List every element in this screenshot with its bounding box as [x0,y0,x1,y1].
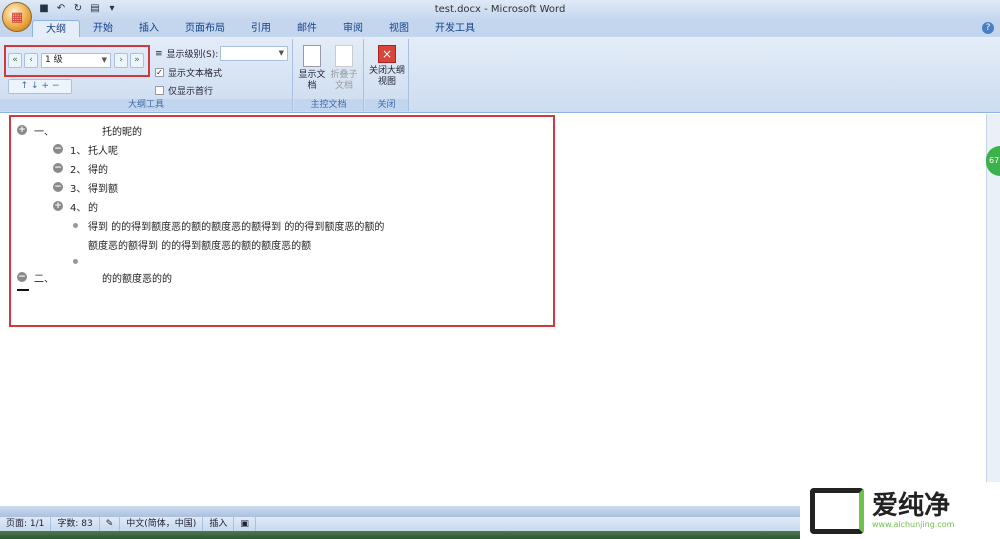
outline-text: 额度恶的额得到 的的得到额度恶的额的额度恶的额 [88,240,312,252]
group-master-document: 显示文档 折叠子文档 主控文档 [294,39,364,111]
language[interactable]: 中文(简体，中国) [120,517,204,531]
group-label: 大纲工具 [0,99,292,111]
collapse-minus-icon[interactable]: − [53,144,63,154]
ribbon-tabs: 大纲 开始 插入 页面布局 引用 邮件 审阅 视图 开发工具 [0,20,1000,37]
tab-page-layout[interactable]: 页面布局 [172,20,238,37]
tab-view[interactable]: 视图 [376,20,422,37]
outline-number: 一、 [34,126,54,138]
tab-references[interactable]: 引用 [238,20,284,37]
outline-item[interactable]: − 二、 的的额度恶的的 [17,269,172,285]
show-text-format-checkbox[interactable]: ✓ 显示文本格式 [155,66,222,79]
outline-text: 得的 [88,164,108,176]
title-bar: test.docx - Microsoft Word ■ ↶ ↻ ▤ ▾ [0,0,1000,20]
move-expand-collapse-buttons[interactable]: ↑ ↓ + − [8,79,72,94]
outline-text: 的的额度恶的的 [102,273,172,285]
outline-text: 托的昵的 [102,126,142,138]
checkbox-checked: ✓ [155,68,164,77]
tab-mailings[interactable]: 邮件 [284,20,330,37]
outline-item[interactable]: −3、 得到额 [53,179,118,195]
outline-number: 3、 [70,183,87,195]
page-count[interactable]: 页面: 1/1 [0,517,52,531]
outline-item[interactable]: −1、 托人呢 [53,141,118,157]
macro-icon[interactable]: ▣ [234,517,256,531]
undo-icon[interactable]: ↶ [55,3,67,15]
save-icon[interactable]: ■ [38,3,50,15]
document-icon [303,45,321,67]
tab-home[interactable]: 开始 [80,20,126,37]
tab-developer[interactable]: 开发工具 [422,20,488,37]
text-cursor [17,289,29,291]
watermark-logo: 爱纯净 www.aichunjing.com [800,482,1000,539]
office-button[interactable]: ▦ [2,2,32,32]
outline-number: 2、 [70,164,87,176]
outline-item[interactable] [70,253,88,269]
show-level-control: ≡ 显示级别(S): [155,48,219,61]
outline-text: 得到 的的得到额度恶的额的额度恶的额得到 的的得到额度恶的额的 [88,221,385,233]
body-text-bullet-icon[interactable] [73,222,78,228]
outline-item[interactable]: 得到 的的得到额度恶的额的额度恶的额得到 的的得到额度恶的额的 [70,217,384,233]
redo-icon[interactable]: ↻ [72,3,84,15]
outline-number: 4、 [70,202,87,214]
quick-access-toolbar: ■ ↶ ↻ ▤ ▾ [38,3,118,15]
show-level-icon: ≡ [155,48,163,59]
highlight-box [4,45,150,77]
outline-item[interactable]: +4、的 [53,198,98,214]
body-text-bullet-icon[interactable] [73,258,78,264]
outline-item[interactable]: 额度恶的额得到 的的得到额度恶的额的额度恶的额 [70,236,311,252]
proofing-icon[interactable]: ✎ [100,517,121,531]
print-preview-icon[interactable]: ▤ [89,3,101,15]
expand-plus-icon[interactable]: + [53,201,63,211]
ribbon: « ‹ 1 级 ▼ › » ↑ ↓ + − ≡ 显示级别(S): ▼ ✓ 显示文本格式… [0,37,1000,113]
collapse-minus-icon[interactable]: − [53,163,63,173]
group-label: 主控文档 [294,99,363,111]
close-outline-view-button[interactable]: × 关闭大纲视图 [369,45,405,88]
tab-outline[interactable]: 大纲 [32,20,80,37]
collapse-minus-icon[interactable]: − [53,182,63,192]
document-area[interactable]: + 一、 托的昵的 −1、 托人呢 −2、 得的 −3、 得到额 +4、的得到 的的得到额度恶的额… [0,114,986,506]
outline-text: 的 [88,202,98,214]
outline-text: 托人呢 [88,145,118,157]
window-title: test.docx - Microsoft Word [434,4,566,15]
show-document-button[interactable]: 显示文档 [297,45,327,92]
show-first-line-checkbox[interactable]: 仅显示首行 [155,84,213,97]
help-icon[interactable]: ? [982,22,994,34]
outline-number: 1、 [70,145,87,157]
subdocument-icon [335,45,353,67]
outline-number: 二、 [34,273,54,285]
checkbox-unchecked [155,86,164,95]
collapse-subdocuments-button[interactable]: 折叠子文档 [329,45,359,92]
collapse-minus-icon[interactable]: − [17,272,27,282]
outline-text: 得到额 [88,183,118,195]
expand-plus-icon[interactable]: + [17,125,27,135]
outline-item[interactable]: −2、 得的 [53,160,108,176]
tab-insert[interactable]: 插入 [126,20,172,37]
logo-mark [810,487,864,534]
customize-dropdown-icon[interactable]: ▾ [106,3,118,15]
chevron-down-icon: ▼ [278,49,284,57]
group-close: × 关闭大纲视图 关闭 [365,39,409,111]
group-label: 关闭 [365,99,408,111]
tab-review[interactable]: 审阅 [330,20,376,37]
group-outline-tools: « ‹ 1 级 ▼ › » ↑ ↓ + − ≡ 显示级别(S): ▼ ✓ 显示文本格式… [0,39,293,111]
show-level-select[interactable]: ▼ [220,46,288,61]
close-icon: × [378,45,396,63]
word-count[interactable]: 字数: 83 [51,517,100,531]
outline-item[interactable]: + 一、 托的昵的 [17,122,142,138]
insert-mode[interactable]: 插入 [203,517,235,531]
